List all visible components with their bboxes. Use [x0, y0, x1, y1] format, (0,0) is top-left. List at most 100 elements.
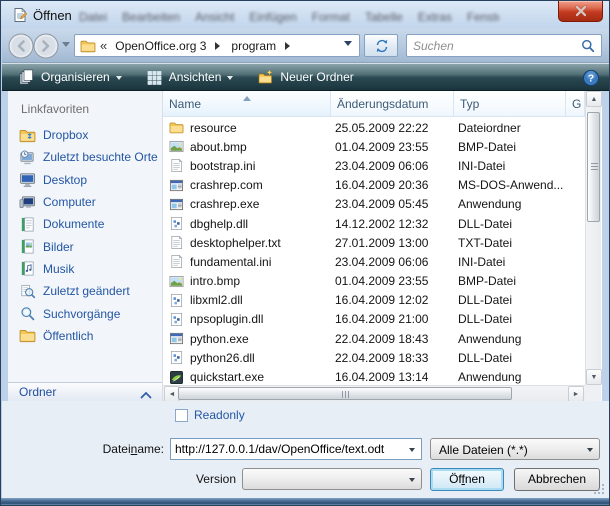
sidebar-item-dokumente[interactable]: Dokumente — [8, 213, 162, 235]
dialog-icon — [12, 7, 28, 23]
column-header-name[interactable]: Name — [163, 91, 331, 116]
readonly-label[interactable]: Readonly — [194, 408, 245, 422]
table-row[interactable]: npsoplugin.dll16.04.2009 21:00DLL-Datei — [163, 310, 585, 329]
vertical-scrollbar[interactable]: ▲ ▼ — [585, 91, 601, 385]
scroll-down-button[interactable]: ▼ — [586, 369, 602, 385]
refresh-button[interactable] — [364, 34, 398, 57]
vertical-scroll-thumb[interactable] — [587, 112, 600, 222]
help-button[interactable]: ? — [582, 69, 600, 87]
column-header-type[interactable]: Typ — [454, 91, 566, 116]
table-row[interactable]: libxml2.dll16.04.2009 12:02DLL-Datei — [163, 291, 585, 310]
text-file-icon — [169, 254, 184, 269]
file-date: 01.04.2009 23:55 — [331, 274, 454, 288]
refresh-icon — [372, 37, 392, 55]
app-file-icon — [169, 178, 184, 193]
breadcrumb-dropdown-icon[interactable] — [344, 41, 352, 50]
recent-changed-icon — [19, 283, 36, 300]
sidebar-item-label: Zuletzt besuchte Orte — [43, 150, 158, 164]
open-dialog-window: Öffnen DateiBearbeitenAnsichtEinfügenFor… — [0, 0, 610, 506]
scroll-right-button[interactable]: ► — [568, 386, 584, 402]
filename-input[interactable] — [175, 441, 401, 457]
sidebar-item-suchvorg-nge[interactable]: Suchvorgänge — [8, 302, 162, 324]
favorites-header: Linkfavoriten — [21, 102, 89, 116]
column-headers: Name Änderungsdatum Typ G — [163, 91, 585, 117]
table-row[interactable]: crashrep.com16.04.2009 20:36MS-DOS-Anwen… — [163, 176, 585, 195]
version-select[interactable] — [242, 468, 422, 490]
breadcrumb-segment[interactable]: OpenOffice.org 3 — [113, 39, 208, 53]
filetype-dropdown-button[interactable] — [581, 439, 599, 459]
file-name: crashrep.com — [190, 178, 263, 192]
folders-label: Ordner — [19, 385, 56, 399]
chevron-down-icon — [227, 76, 233, 83]
music-icon — [19, 260, 36, 277]
file-name: quickstart.exe — [190, 370, 264, 384]
sidebar-item-desktop[interactable]: Desktop — [8, 169, 162, 191]
table-row[interactable]: resource25.05.2009 22:22Dateiordner — [163, 118, 585, 137]
background-menu-item: Tabelle — [365, 10, 403, 24]
sidebar-item-musik[interactable]: Musik — [8, 258, 162, 280]
sidebar-item-dropbox[interactable]: Dropbox — [8, 124, 162, 146]
breadcrumb-overflow-chevrons[interactable]: « — [100, 38, 107, 53]
breadcrumb-segment[interactable]: program — [229, 39, 278, 53]
table-row[interactable]: quickstart.exe16.04.2009 13:14Anwendung — [163, 367, 585, 386]
resize-grip[interactable] — [594, 483, 605, 494]
file-date: 01.04.2009 23:55 — [331, 140, 454, 154]
column-header-size[interactable]: G — [566, 91, 585, 116]
pictures-icon — [19, 238, 36, 255]
cancel-button[interactable]: Abbrechen — [514, 468, 600, 491]
sidebar-item-label: Suchvorgänge — [43, 307, 120, 321]
table-row[interactable]: bootstrap.ini23.04.2009 06:06INI-Datei — [163, 156, 585, 175]
sidebar-item-label: Dropbox — [43, 128, 88, 142]
table-row[interactable]: python26.dll22.04.2009 18:33DLL-Datei — [163, 348, 585, 367]
table-row[interactable]: crashrep.exe23.04.2009 05:45Anwendung — [163, 195, 585, 214]
dll-file-icon — [169, 350, 184, 365]
table-row[interactable]: fundamental.ini23.04.2009 06:06INI-Datei — [163, 252, 585, 271]
views-button[interactable]: Ansichten — [138, 66, 242, 88]
column-header-date[interactable]: Änderungsdatum — [331, 91, 454, 116]
app-file-icon — [169, 197, 184, 212]
search-input[interactable] — [413, 37, 573, 54]
organize-button[interactable]: Organisieren — [10, 66, 130, 88]
file-date: 25.05.2009 22:22 — [331, 121, 454, 135]
forward-button[interactable] — [33, 33, 59, 59]
new-folder-button[interactable]: Neuer Ordner — [249, 66, 361, 88]
open-button[interactable]: Öffnen — [430, 468, 504, 491]
background-menu-item: Fenster — [467, 10, 499, 24]
scroll-up-button[interactable]: ▲ — [586, 91, 602, 107]
sidebar-item-computer[interactable]: Computer — [8, 191, 162, 213]
breadcrumb-separator-icon[interactable] — [215, 42, 224, 50]
folder-file-icon — [169, 120, 184, 135]
breadcrumb[interactable]: « OpenOffice.org 3 program — [74, 34, 360, 57]
close-button[interactable] — [558, 1, 603, 22]
folders-expander[interactable]: Ordner — [8, 382, 162, 401]
filename-combobox — [170, 438, 422, 460]
sidebar-item--ffentlich[interactable]: Öffentlich — [8, 325, 162, 347]
file-type: BMP-Datei — [454, 274, 566, 288]
filename-dropdown-button[interactable] — [403, 439, 421, 459]
file-date: 14.12.2002 12:32 — [331, 217, 454, 231]
dll-file-icon — [169, 216, 184, 231]
horizontal-scroll-thumb[interactable] — [178, 387, 512, 400]
sidebar-item-zuletzt-besuchte-orte[interactable]: Zuletzt besuchte Orte — [8, 146, 162, 168]
sidebar-item-zuletzt-ge-ndert[interactable]: Zuletzt geändert — [8, 280, 162, 302]
favorites-sidebar: Linkfavoriten Dropbox Zuletzt besuchte Or… — [8, 91, 163, 401]
table-row[interactable]: intro.bmp01.04.2009 23:55BMP-Datei — [163, 272, 585, 291]
readonly-checkbox[interactable] — [175, 409, 188, 422]
file-type: DLL-Datei — [454, 312, 566, 326]
version-dropdown-button[interactable] — [403, 469, 421, 489]
filetype-select[interactable]: Alle Dateien (*.*) — [430, 438, 600, 460]
sidebar-item-label: Bilder — [43, 240, 74, 254]
table-row[interactable]: dbghelp.dll14.12.2002 12:32DLL-Datei — [163, 214, 585, 233]
horizontal-scrollbar[interactable]: ◄ ► — [163, 385, 585, 401]
breadcrumb-separator-icon[interactable] — [285, 42, 294, 50]
sidebar-item-bilder[interactable]: Bilder — [8, 235, 162, 257]
file-type: TXT-Datei — [454, 236, 566, 250]
file-name: desktophelper.txt — [190, 236, 281, 250]
file-type: DLL-Datei — [454, 217, 566, 231]
back-button[interactable] — [8, 33, 34, 59]
table-row[interactable]: python.exe22.04.2009 18:43Anwendung — [163, 329, 585, 348]
history-dropdown-icon[interactable] — [62, 42, 70, 51]
title-bar[interactable]: Öffnen DateiBearbeitenAnsichtEinfügenFor… — [1, 1, 610, 29]
table-row[interactable]: about.bmp01.04.2009 23:55BMP-Datei — [163, 137, 585, 156]
table-row[interactable]: desktophelper.txt27.01.2009 13:00TXT-Dat… — [163, 233, 585, 252]
